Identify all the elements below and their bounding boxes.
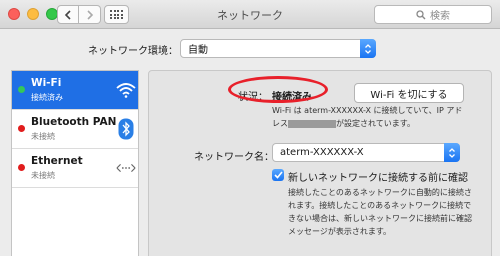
updown-arrows-icon bbox=[360, 39, 376, 58]
search-placeholder: 検索 bbox=[430, 11, 450, 22]
back-button[interactable] bbox=[57, 5, 79, 24]
search-icon bbox=[416, 9, 426, 19]
service-status: 未接続 bbox=[31, 171, 55, 180]
status-dot bbox=[18, 125, 25, 132]
connection-description: Wi-Fi は aterm-XXXXXX-X に接続していて、IP アド レス が… bbox=[272, 104, 482, 130]
search-field[interactable]: 検索 bbox=[374, 5, 492, 24]
service-status: 未接続 bbox=[31, 132, 55, 141]
location-label: ネットワーク環境： bbox=[88, 46, 178, 57]
network-name-label: ネットワーク名： bbox=[194, 152, 274, 163]
description-line1: Wi-Fi は aterm-XXXXXX-X に接続していて、IP アド bbox=[272, 106, 463, 115]
wifi-icon bbox=[116, 79, 136, 101]
updown-arrows-icon bbox=[444, 143, 460, 162]
ask-to-join-help-text: 接続したことのあるネットワークに自動的に接続されます。接続したことのあるネットワ… bbox=[288, 188, 472, 236]
ask-to-join-label[interactable]: 新しいネットワークに接続する前に確認 bbox=[288, 169, 468, 184]
show-all-button[interactable] bbox=[104, 5, 129, 24]
service-name: Wi-Fi bbox=[31, 77, 62, 89]
minimize-window-button[interactable] bbox=[27, 8, 39, 20]
ethernet-icon bbox=[116, 157, 136, 179]
highlight-ellipse bbox=[228, 76, 328, 103]
grid-icon bbox=[110, 10, 123, 19]
forward-button[interactable] bbox=[79, 5, 101, 24]
description-suffix: が設定されています。 bbox=[336, 119, 415, 128]
location-value: 自動 bbox=[188, 45, 208, 56]
status-dot bbox=[18, 164, 25, 171]
service-list: Wi-Fi 接続済み Bluetooth PAN 未接続 Ethernet 未接… bbox=[11, 70, 139, 256]
title-bar: ネットワーク 検索 bbox=[0, 0, 500, 29]
redacted-ip-address bbox=[288, 119, 336, 128]
checkmark-icon bbox=[273, 171, 283, 179]
bluetooth-icon bbox=[116, 118, 136, 140]
service-name: Bluetooth PAN bbox=[31, 116, 117, 128]
service-item-ethernet[interactable]: Ethernet 未接続 bbox=[12, 149, 138, 187]
description-line2: レス が設定されています。 bbox=[272, 117, 482, 130]
service-item-bluetooth-pan[interactable]: Bluetooth PAN 未接続 bbox=[12, 110, 138, 148]
service-item-wifi[interactable]: Wi-Fi 接続済み bbox=[12, 71, 138, 109]
description-prefix: レス bbox=[272, 119, 288, 128]
chevron-left-icon bbox=[64, 9, 71, 20]
chevron-right-icon bbox=[86, 9, 93, 20]
status-dot bbox=[18, 86, 25, 93]
network-name-select[interactable]: aterm-XXXXXX-X bbox=[272, 143, 460, 162]
network-name-value: aterm-XXXXXX-X bbox=[280, 147, 364, 158]
service-status: 接続済み bbox=[31, 93, 63, 102]
ask-to-join-checkbox[interactable] bbox=[272, 169, 284, 181]
close-window-button[interactable] bbox=[8, 8, 20, 20]
service-name: Ethernet bbox=[31, 155, 83, 167]
turn-wifi-off-button[interactable]: Wi-Fi を切にする bbox=[354, 83, 464, 103]
window-title: ネットワーク bbox=[217, 9, 283, 22]
location-select[interactable]: 自動 bbox=[180, 39, 376, 58]
navigation-buttons bbox=[57, 5, 101, 24]
